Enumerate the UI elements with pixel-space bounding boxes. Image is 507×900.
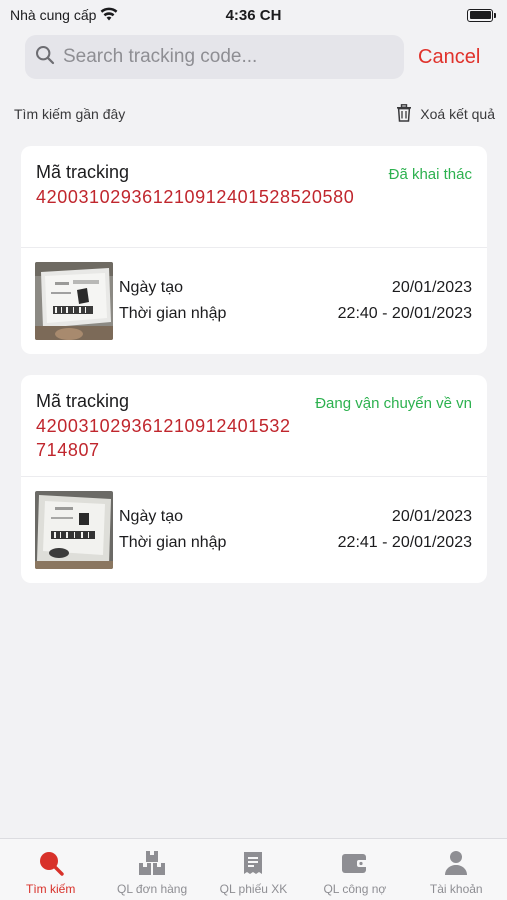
created-date-value: 20/01/2023	[391, 508, 472, 525]
status-badge: Đã khai thác	[388, 166, 472, 183]
import-time-value: 22:41 - 20/01/2023	[337, 534, 472, 551]
status-bar: Nhà cung cấp 4:36 CH	[0, 0, 507, 30]
tab-orders[interactable]: QL đơn hàng	[102, 839, 203, 896]
tab-label: Tìm kiếm	[26, 882, 76, 896]
tab-export-slips[interactable]: QL phiếu XK	[203, 839, 304, 896]
tracking-card-body: Ngày tạo 20/01/2023 Thời gian nhập 22:41…	[21, 477, 487, 583]
tab-label: QL đơn hàng	[117, 882, 188, 896]
tracking-info: Ngày tạo 20/01/2023 Thời gian nhập 22:40…	[113, 275, 472, 327]
created-date-row: Ngày tạo 20/01/2023	[119, 275, 472, 301]
receipt-icon	[239, 849, 267, 877]
cancel-button[interactable]: Cancel	[418, 46, 480, 69]
search-row: Cancel	[25, 35, 493, 79]
wallet-icon	[341, 849, 369, 877]
created-date-label: Ngày tạo	[119, 508, 184, 525]
import-time-row: Thời gian nhập 22:40 - 20/01/2023	[119, 301, 472, 327]
clear-results-button[interactable]: Xoá kết quả	[396, 103, 495, 125]
tab-account[interactable]: Tài khoản	[406, 839, 507, 896]
import-time-value: 22:40 - 20/01/2023	[337, 305, 472, 322]
tracking-card-body: Ngày tạo 20/01/2023 Thời gian nhập 22:40…	[21, 248, 487, 354]
package-thumbnail[interactable]	[35, 262, 113, 340]
tracking-card-header: Mã tracking 4200310293612109124015285205…	[21, 146, 487, 248]
battery-icon	[467, 8, 496, 22]
wifi-icon	[100, 7, 118, 24]
search-box[interactable]	[25, 35, 404, 79]
carrier-group: Nhà cung cấp	[10, 7, 118, 24]
created-date-value: 20/01/2023	[391, 279, 472, 296]
tab-label: Tài khoản	[429, 882, 483, 896]
import-time-row: Thời gian nhập 22:41 - 20/01/2023	[119, 530, 472, 556]
tab-label: QL công nợ	[323, 882, 387, 896]
tracking-info: Ngày tạo 20/01/2023 Thời gian nhập 22:41…	[113, 504, 472, 556]
tab-label: QL phiếu XK	[219, 882, 288, 896]
boxes-icon	[138, 849, 166, 877]
trash-icon	[396, 103, 412, 125]
recent-searches-header: Tìm kiếm gần đây Xoá kết quả	[14, 102, 495, 126]
search-icon	[35, 45, 55, 70]
carrier-name: Nhà cung cấp	[10, 7, 97, 23]
import-time-label: Thời gian nhập	[119, 305, 227, 322]
tracking-card[interactable]: Mã tracking 4200310293612109124015285205…	[21, 146, 487, 354]
tracking-code: 420031029361210912401532714807	[36, 416, 291, 460]
clear-results-label: Xoá kết quả	[420, 106, 495, 122]
status-badge: Đang vận chuyển về vn	[315, 395, 472, 412]
tab-search[interactable]: Tìm kiếm	[0, 839, 101, 896]
search-input[interactable]	[63, 46, 394, 68]
created-date-row: Ngày tạo 20/01/2023	[119, 504, 472, 530]
tab-bar: Tìm kiếm QL đơn hàng QL phiếu XK QL công…	[0, 838, 507, 900]
created-date-label: Ngày tạo	[119, 279, 184, 296]
import-time-label: Thời gian nhập	[119, 534, 227, 551]
tracking-card[interactable]: Mã tracking 4200310293612109124015327148…	[21, 375, 487, 583]
tab-debts[interactable]: QL công nợ	[304, 839, 405, 896]
user-icon	[442, 849, 470, 877]
tracking-code: 420031029361210912401528520580	[36, 187, 355, 207]
recent-searches-title: Tìm kiếm gần đây	[14, 106, 126, 122]
search-icon	[37, 849, 65, 877]
package-thumbnail[interactable]	[35, 491, 113, 569]
tracking-card-header: Mã tracking 4200310293612109124015327148…	[21, 375, 487, 477]
